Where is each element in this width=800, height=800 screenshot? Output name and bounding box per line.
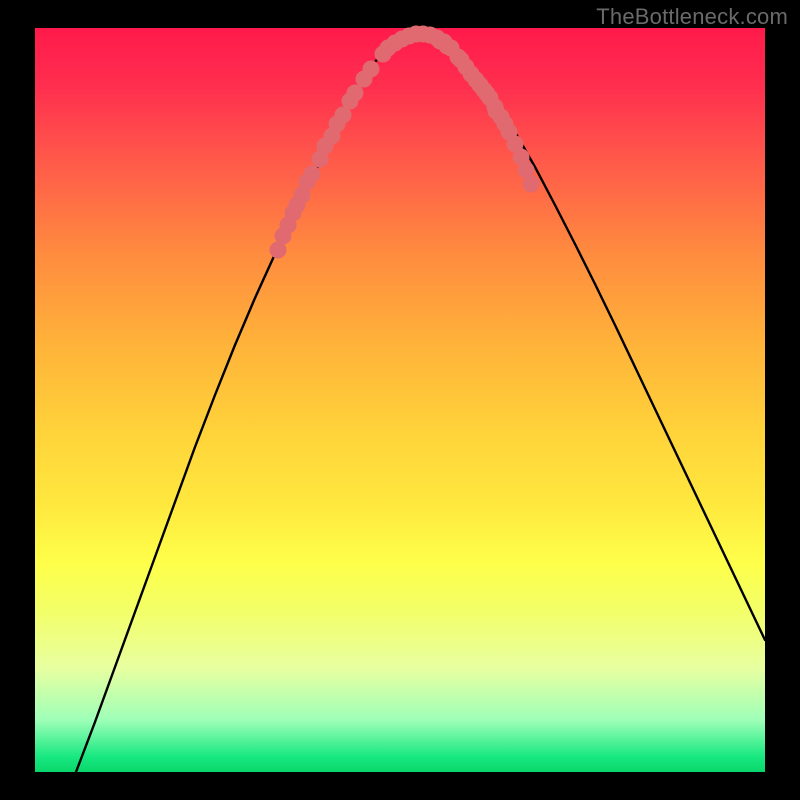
curve-marker — [299, 174, 316, 191]
curve-marker — [342, 93, 359, 110]
curve-marker — [289, 197, 306, 214]
curve-marker — [432, 33, 449, 50]
chart-frame: TheBottleneck.com — [0, 0, 800, 800]
curve-marker — [356, 71, 373, 88]
plot-area — [35, 28, 765, 772]
watermark-text: TheBottleneck.com — [596, 4, 788, 30]
curve-marker — [453, 52, 470, 69]
curve-marker — [488, 103, 505, 120]
marker-group — [270, 26, 540, 259]
bottleneck-curve-svg — [35, 28, 765, 772]
bottleneck-curve — [76, 32, 765, 772]
curve-marker — [275, 228, 292, 245]
curve-marker — [317, 138, 334, 155]
curve-marker — [329, 116, 346, 133]
curve-marker — [523, 176, 540, 193]
curve-marker — [476, 82, 493, 99]
